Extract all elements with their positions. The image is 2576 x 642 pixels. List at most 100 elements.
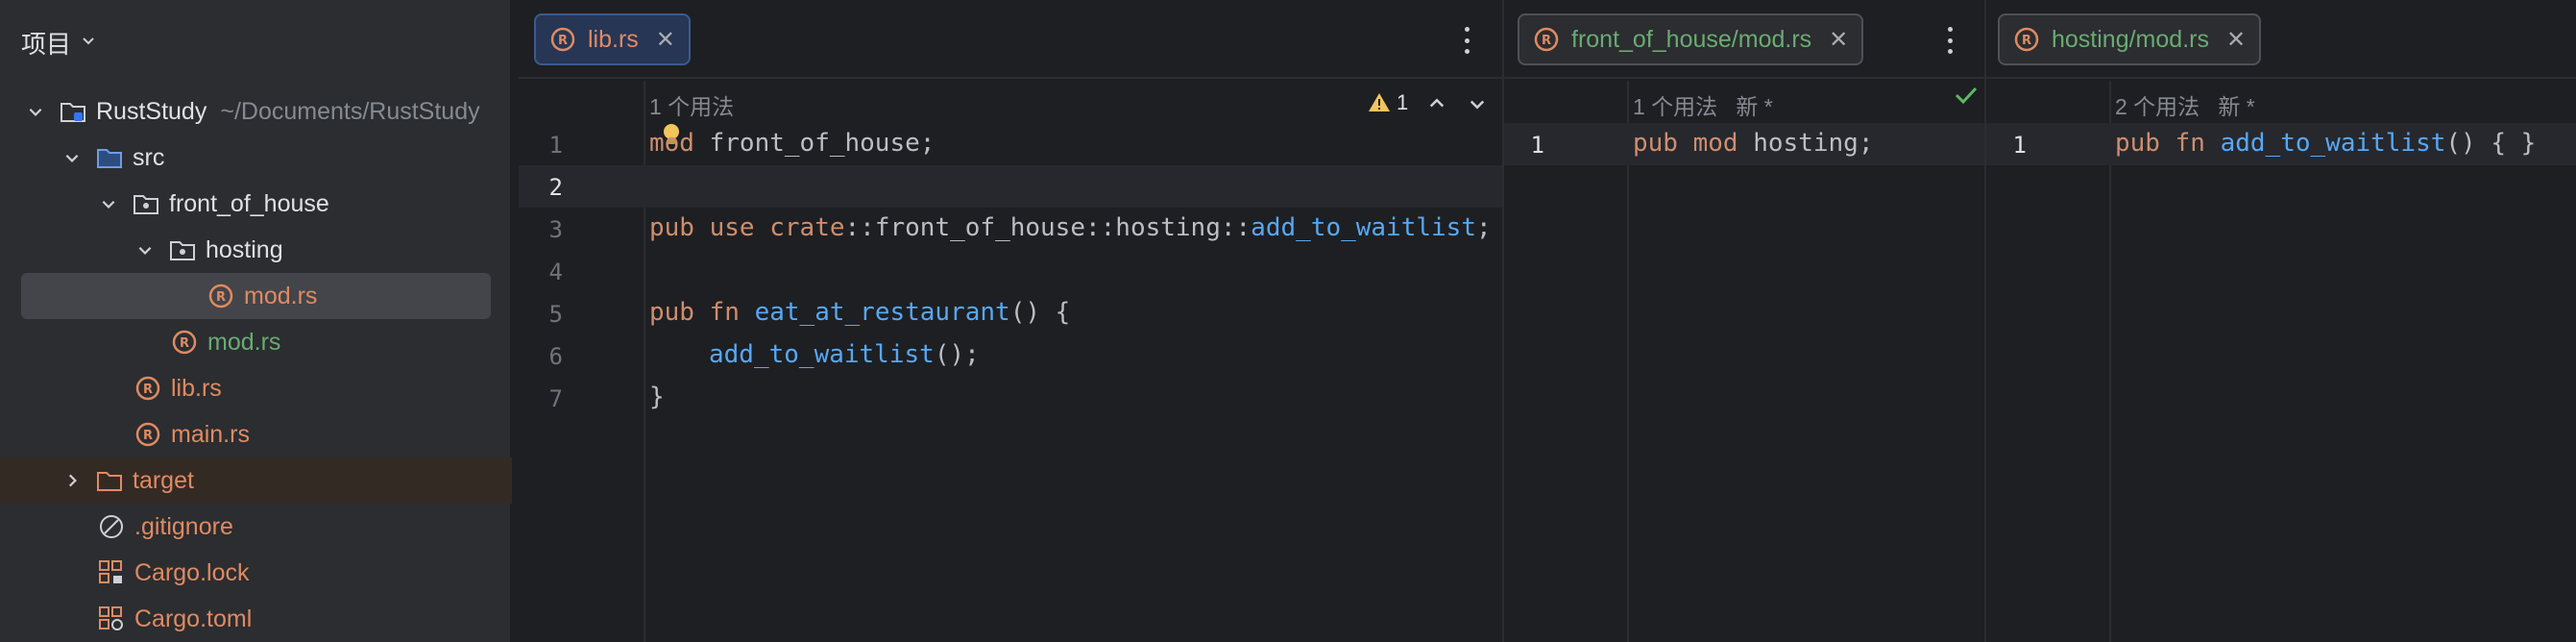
code-line-1[interactable]: pub fn add_to_waitlist() { } [2115,129,2536,158]
editor-tabbar: R lib.rs ✕ [519,0,1502,79]
rust-file-icon: R [2013,26,2040,53]
tree-item-gitignore[interactable]: .gitignore [0,504,512,550]
editor-pane-hosting-mod-rs: R hosting/mod.rs ✕ 2 个用法 新 * 1 pub fn ad… [1986,0,2576,642]
rust-file-icon: R [134,375,161,402]
code-line-1[interactable]: mod front_of_house; [649,129,935,158]
rust-file-icon: R [171,329,198,356]
line-number: 4 [548,259,563,285]
more-options-icon[interactable] [1940,21,1959,60]
tree-item-label: main.rs [171,420,250,448]
tree-item-label: src [133,143,165,171]
chevron-up-icon[interactable] [1427,94,1446,118]
tab-hosting-mod-rs[interactable]: R hosting/mod.rs ✕ [1998,13,2262,65]
module-folder-icon [60,98,86,125]
chevron-down-icon[interactable] [1468,94,1487,118]
tree-item-label: target [133,466,194,494]
tree-item-cargo-toml[interactable]: Cargo.toml [0,596,512,642]
svg-text:R: R [180,336,189,351]
package-folder-icon [133,190,159,217]
editor-pane-lib-rs: R lib.rs ✕ 1 个用法 1 1 2 3 4 5 6 7 mod fro… [519,0,1502,642]
tree-item-label: mod.rs [244,282,318,309]
tab-lib-rs[interactable]: R lib.rs ✕ [534,13,691,65]
chevron-down-icon[interactable] [98,195,119,212]
tree-item-label: RustStudy [96,97,207,125]
tree-item-ruststudy[interactable]: RustStudy ~/Documents/RustStudy [0,88,512,135]
tree-item-label: .gitignore [134,512,233,540]
package-folder-icon [169,236,196,263]
tree-item-hosting-mod-rs[interactable]: R mod.rs [21,273,491,319]
line-number: 1 [1530,132,1544,159]
editor-pane-front-of-house-mod-rs: R front_of_house/mod.rs ✕ 1 个用法 新 * 1 pu… [1504,0,1984,642]
code-line-6[interactable]: add_to_waitlist(); [709,340,980,369]
tree-item-front-of-house-mod-rs[interactable]: R mod.rs [0,319,512,365]
code-line-1[interactable]: pub mod hosting; [1633,129,1873,158]
more-options-icon[interactable] [1457,21,1476,60]
tab-label: lib.rs [588,25,639,53]
rust-file-icon: R [134,421,161,448]
cargo-toml-icon [98,605,125,632]
usage-hint[interactable]: 1 个用法 新 * [1633,88,1773,121]
checkmark-icon [1954,85,1979,111]
close-icon[interactable]: ✕ [1829,26,1848,54]
line-number: 1 [2012,132,2027,159]
chevron-down-icon[interactable] [61,149,83,166]
svg-text:R: R [558,34,568,48]
tree-item-label: front_of_house [169,189,329,217]
editor-tabbar: R hosting/mod.rs ✕ [1986,0,2576,79]
tree-item-lib-rs[interactable]: R lib.rs [0,365,512,411]
ignore-file-icon [98,513,125,540]
tab-label: hosting/mod.rs [2052,25,2209,53]
tree-item-target[interactable]: target [0,457,512,504]
line-number: 5 [548,301,563,328]
rust-file-icon: R [549,26,576,53]
close-icon[interactable]: ✕ [2226,26,2246,54]
tree-item-label: Cargo.toml [134,605,253,632]
tree-item-main-rs[interactable]: R main.rs [0,411,512,457]
warnings-count: 1 [1397,90,1409,114]
project-path-hint: ~/Documents/RustStudy [220,97,480,125]
svg-text:R: R [2022,34,2031,48]
close-icon[interactable]: ✕ [656,26,675,54]
svg-text:R: R [1542,34,1551,48]
tree-item-front-of-house[interactable]: front_of_house [0,181,512,227]
chevron-down-icon[interactable] [25,103,46,120]
chevron-down-icon[interactable] [134,241,156,259]
usage-hint[interactable]: 2 个用法 新 * [2115,88,2255,121]
line-number: 6 [548,343,563,370]
project-header[interactable]: 项目 [21,23,96,62]
rust-file-icon: R [1533,26,1560,53]
svg-text:R: R [143,429,153,443]
warnings-indicator[interactable]: 1 [1368,90,1408,115]
chevron-down-icon[interactable] [81,33,96,53]
source-folder-icon [96,144,123,171]
code-line-7[interactable]: } [649,383,665,411]
rust-file-icon: R [207,283,234,309]
svg-text:R: R [143,383,153,397]
project-tree: RustStudy ~/Documents/RustStudy src fron… [0,88,512,642]
tree-item-src[interactable]: src [0,135,512,181]
tree-item-cargo-lock[interactable]: Cargo.lock [0,550,512,596]
warning-icon [1369,93,1390,111]
usage-hint[interactable]: 1 个用法 [649,88,734,121]
tree-item-label: Cargo.lock [134,558,250,586]
current-line-highlight [519,165,1502,208]
cargo-lock-icon [98,559,125,586]
project-title: 项目 [21,29,72,59]
line-number: 2 [548,174,563,201]
line-number: 7 [548,385,563,412]
tab-label: front_of_house/mod.rs [1571,25,1812,53]
tab-front-of-house-mod-rs[interactable]: R front_of_house/mod.rs ✕ [1518,13,1864,65]
editor-tabbar: R front_of_house/mod.rs ✕ [1504,0,1984,79]
project-panel: 项目 RustStudy ~/Documents/RustStudy src f… [0,0,512,642]
line-number: 1 [548,132,563,159]
excluded-folder-icon [96,467,123,494]
svg-text:R: R [216,290,226,305]
chevron-right-icon[interactable] [61,472,83,489]
tree-item-hosting[interactable]: hosting [0,227,512,273]
tree-item-label: mod.rs [207,328,281,356]
tree-item-label: lib.rs [171,374,222,402]
tree-item-label: hosting [206,235,283,263]
line-number: 3 [548,216,563,243]
code-line-3[interactable]: pub use crate::front_of_house::hosting::… [649,213,1492,242]
code-line-5[interactable]: pub fn eat_at_restaurant() { [649,298,1070,327]
